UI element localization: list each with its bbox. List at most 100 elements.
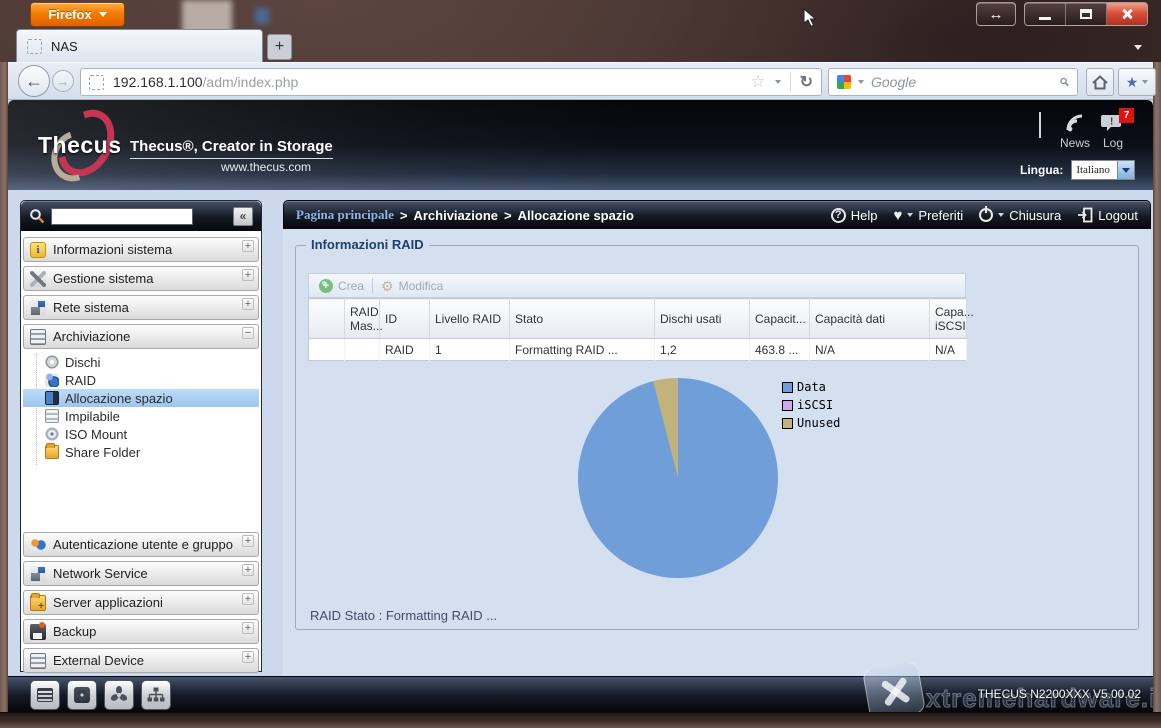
browser-tab-nas[interactable]: NAS	[16, 29, 263, 62]
tools-icon	[30, 271, 46, 287]
table-row[interactable]: RAID 1 Formatting RAID ... 1,2 463.8 ...…	[309, 339, 967, 361]
expand-icon[interactable]: +	[242, 298, 254, 310]
col-capacity[interactable]: Capacit...	[750, 299, 810, 339]
shutdown-link[interactable]: Chiusura	[979, 208, 1061, 223]
expand-icon[interactable]: +	[242, 593, 254, 605]
item-label: Impilabile	[65, 409, 120, 424]
section-label: Network Service	[53, 566, 148, 581]
site-header: Thecus Thecus®, Creator in Storage www.t…	[8, 100, 1153, 190]
expand-icon[interactable]: +	[242, 240, 254, 252]
server-icon	[37, 688, 53, 702]
url-text[interactable]: 192.168.1.100/adm/index.php	[113, 74, 741, 90]
back-button[interactable]: ←	[18, 65, 50, 97]
network-status-button[interactable]	[141, 680, 171, 710]
col-disks-used[interactable]: Dischi usati	[655, 299, 750, 339]
new-tab-button[interactable]: +	[267, 34, 292, 60]
site-identity-icon[interactable]	[89, 75, 104, 90]
data-capacity-cell: N/A	[810, 339, 930, 361]
divider	[372, 278, 373, 294]
search-bar[interactable]	[828, 68, 1078, 96]
sidebar-search-input[interactable]	[51, 208, 193, 225]
sidebar-section-external-device[interactable]: External Device +	[23, 648, 259, 673]
sidebar-section-archiviazione[interactable]: Archiviazione −	[23, 324, 259, 349]
log-bubble-wrap: ! 7	[1101, 112, 1125, 134]
sidebar-section-rete-sistema[interactable]: Rete sistema +	[23, 295, 259, 320]
expand-icon[interactable]: +	[242, 535, 254, 547]
legend-item-data: Data	[782, 380, 840, 394]
col-status[interactable]: Stato	[510, 299, 655, 339]
expand-icon[interactable]: +	[242, 651, 254, 663]
home-button[interactable]	[1086, 68, 1114, 96]
log-label: Log	[1103, 136, 1123, 150]
help-link[interactable]: ? Help	[831, 208, 878, 223]
col-raid-level[interactable]: Livello RAID	[430, 299, 510, 339]
forward-button[interactable]: →	[52, 70, 74, 92]
sidebar-item-allocazione-spazio[interactable]: Allocazione spazio	[23, 389, 259, 407]
item-label: Share Folder	[65, 445, 140, 460]
collapse-icon[interactable]: −	[242, 327, 254, 339]
sidebar-section-gestione-sistema[interactable]: Gestione sistema +	[23, 266, 259, 291]
select-arrow-icon[interactable]	[1117, 161, 1134, 179]
url-bar[interactable]: 192.168.1.100/adm/index.php ☆ ↻	[80, 68, 822, 96]
google-logo-icon[interactable]	[837, 75, 851, 89]
sidebar-item-share-folder[interactable]: Share Folder	[23, 443, 259, 461]
col-id[interactable]: ID	[380, 299, 430, 339]
window-resize-button[interactable]: ↔	[976, 2, 1016, 26]
page-viewport: Thecus Thecus®, Creator in Storage www.t…	[8, 100, 1153, 712]
search-input[interactable]	[871, 74, 1053, 90]
disk-status-button[interactable]	[67, 680, 97, 710]
sidebar-item-raid[interactable]: RAID	[23, 371, 259, 389]
sidebar-section-backup[interactable]: Backup +	[23, 619, 259, 644]
minimize-button[interactable]	[1025, 3, 1066, 25]
favorites-link[interactable]: ♥ Preferiti	[894, 207, 964, 224]
sidebar-item-impilabile[interactable]: Impilabile	[23, 407, 259, 425]
breadcrumb-page: Allocazione spazio	[518, 208, 634, 223]
raid-info-panel: Informazioni RAID Crea ⚙ Modifica	[295, 245, 1139, 630]
chevron-down-icon[interactable]	[858, 80, 864, 84]
col-data-capacity[interactable]: Capacità dati	[810, 299, 930, 339]
sidebar-item-dischi[interactable]: Dischi	[23, 353, 259, 371]
bookmarks-panel-button[interactable]: ★	[1118, 68, 1156, 96]
breadcrumb-home-link[interactable]: Pagina principale	[296, 207, 394, 223]
system-info-button[interactable]	[30, 680, 60, 710]
sidebar-collapse-button[interactable]: «	[233, 207, 253, 226]
col-select	[309, 299, 345, 339]
list-all-tabs-button[interactable]	[1127, 38, 1149, 56]
log-button[interactable]: ! 7 Log	[1101, 112, 1125, 150]
reload-icon[interactable]: ↻	[800, 72, 813, 92]
chevron-down-icon[interactable]	[775, 80, 781, 84]
sidebar-section-network-service[interactable]: Network Service +	[23, 561, 259, 586]
col-iscsi-capacity[interactable]: Capa... iSCSI	[930, 299, 967, 339]
section-label: Archiviazione	[53, 329, 130, 344]
sidebar-section-autenticazione[interactable]: Autenticazione utente e gruppo +	[23, 532, 259, 557]
create-button[interactable]: Crea	[319, 279, 364, 293]
firefox-menu-label: Firefox	[48, 7, 91, 22]
storage-stack-icon	[30, 329, 46, 345]
col-raid-master[interactable]: RAID Mas...	[345, 299, 380, 339]
legend-item-iscsi: iSCSI	[782, 398, 840, 412]
section-label: Rete sistema	[53, 300, 129, 315]
sidebar-item-iso-mount[interactable]: ISO Mount	[23, 425, 259, 443]
bookmark-star-icon[interactable]: ☆	[750, 72, 765, 92]
modify-button[interactable]: ⚙ Modifica	[381, 279, 443, 293]
sidebar-section-server-applicazioni[interactable]: Server applicazioni +	[23, 590, 259, 615]
expand-icon[interactable]: +	[242, 269, 254, 281]
maximize-button[interactable]	[1066, 3, 1107, 25]
legend-label: Data	[797, 380, 826, 394]
chevron-down-icon	[907, 213, 913, 217]
news-button[interactable]: News	[1060, 112, 1090, 150]
fan-status-button[interactable]	[104, 680, 134, 710]
language-select[interactable]: Italiano	[1071, 160, 1135, 180]
firefox-menu-button[interactable]: Firefox	[30, 2, 125, 27]
sidebar-section-informazioni-sistema[interactable]: Informazioni sistema +	[23, 237, 259, 262]
raid-master-cell	[345, 339, 380, 361]
expand-icon[interactable]: +	[242, 564, 254, 576]
level-cell: 1	[430, 339, 510, 361]
close-button[interactable]	[1107, 3, 1147, 25]
raid-status-line: RAID Stato : Formatting RAID ...	[310, 608, 497, 623]
search-icon[interactable]	[1060, 75, 1069, 89]
logout-link[interactable]: Logout	[1077, 207, 1138, 223]
expand-icon[interactable]: +	[242, 622, 254, 634]
bookmarks-star-icon: ★	[1126, 74, 1139, 91]
raid-disks-icon	[45, 373, 59, 387]
